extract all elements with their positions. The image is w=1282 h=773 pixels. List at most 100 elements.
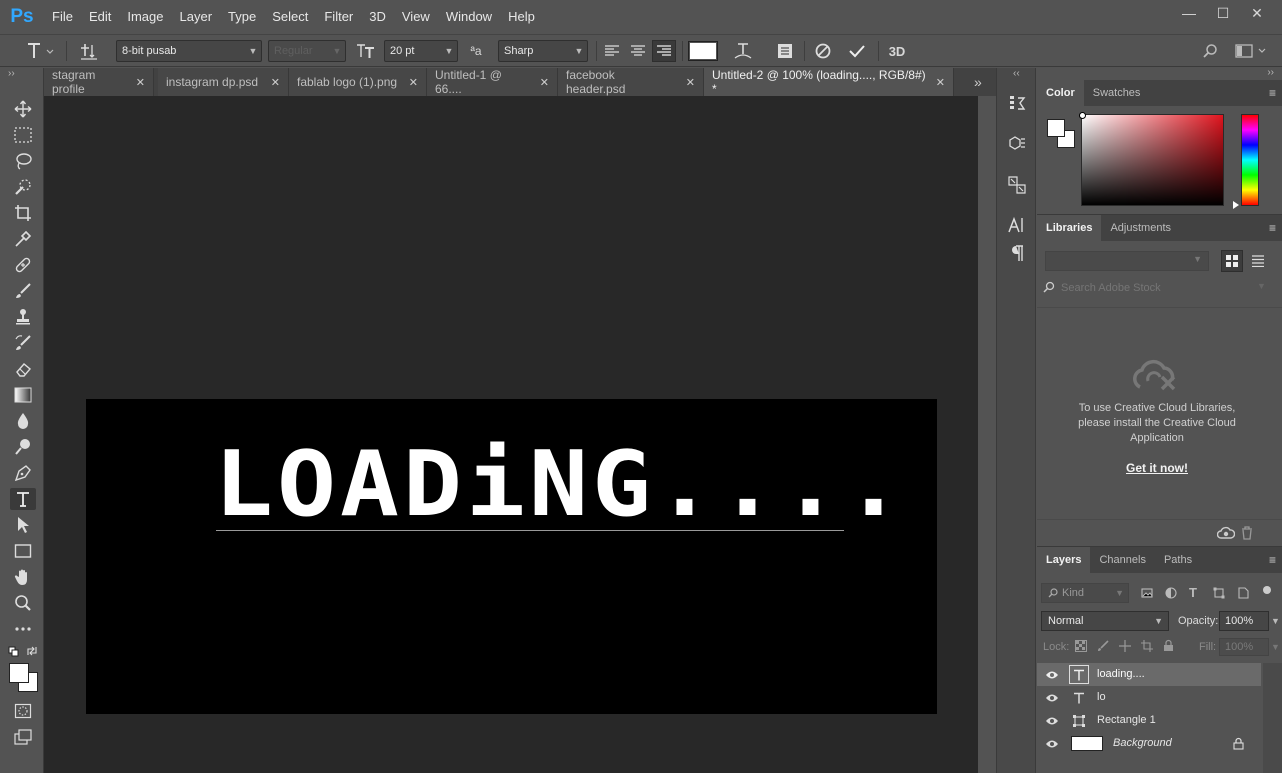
tab-libraries[interactable]: Libraries xyxy=(1037,215,1102,241)
workspace-switcher-icon[interactable] xyxy=(1232,40,1272,62)
3d-button[interactable]: 3D xyxy=(884,40,910,62)
character-panel-icon[interactable] xyxy=(772,40,798,62)
panels-collapse-toggle[interactable]: ›› xyxy=(1267,67,1274,78)
screen-mode-icon[interactable] xyxy=(10,726,36,748)
menu-select[interactable]: Select xyxy=(264,0,316,34)
color-fg-swatch[interactable] xyxy=(1047,119,1065,137)
layer-name[interactable]: loading.... xyxy=(1097,668,1145,680)
close-tab-icon[interactable]: ✕ xyxy=(399,76,418,89)
filter-pixel-icon[interactable] xyxy=(1141,587,1153,602)
marquee-tool-icon[interactable] xyxy=(10,124,36,146)
glyphs-panel-icon[interactable] xyxy=(1005,174,1029,196)
warp-text-icon[interactable] xyxy=(730,40,756,62)
canvas-text-layer[interactable]: LOADiNG.... xyxy=(214,439,907,529)
foreground-color-swatch[interactable] xyxy=(9,663,29,683)
layer-row[interactable]: loading.... xyxy=(1037,663,1261,686)
zoom-tool-icon[interactable] xyxy=(10,592,36,614)
tab-swatches[interactable]: Swatches xyxy=(1084,80,1150,106)
layer-row[interactable]: lo xyxy=(1037,686,1261,709)
close-tab-icon[interactable]: ✕ xyxy=(926,76,945,89)
blur-tool-icon[interactable] xyxy=(10,410,36,432)
filter-type-icon[interactable]: T xyxy=(1189,585,1197,600)
3d-panel-icon[interactable] xyxy=(1005,132,1029,154)
lock-all-icon[interactable] xyxy=(1163,639,1174,655)
lock-pixels-icon[interactable] xyxy=(1097,640,1109,655)
library-select[interactable]: ▼ xyxy=(1045,251,1209,271)
layer-name[interactable]: Background xyxy=(1113,737,1172,749)
panel-menu-icon[interactable]: ≡ xyxy=(1269,86,1276,100)
tab-document[interactable]: Untitled-1 @ 66.... ✕ xyxy=(427,68,558,96)
list-view-icon[interactable] xyxy=(1247,250,1269,272)
hue-slider[interactable] xyxy=(1241,114,1259,206)
filter-toggle[interactable] xyxy=(1263,586,1271,594)
menu-image[interactable]: Image xyxy=(119,0,171,34)
tab-layers[interactable]: Layers xyxy=(1037,547,1091,573)
dodge-tool-icon[interactable] xyxy=(10,436,36,458)
tool-preset-icon[interactable] xyxy=(22,40,58,62)
get-it-now-link[interactable]: Get it now! xyxy=(1097,461,1217,475)
swap-colors-icon[interactable] xyxy=(26,645,38,660)
path-selection-tool-icon[interactable] xyxy=(10,514,36,536)
tab-document[interactable]: stagram profile ✕ xyxy=(44,68,154,96)
paragraph-panel-icon[interactable] xyxy=(1005,242,1029,264)
filter-smart-object-icon[interactable] xyxy=(1237,587,1249,602)
trash-icon[interactable] xyxy=(1241,526,1253,543)
grid-view-icon[interactable] xyxy=(1221,250,1243,272)
align-left-icon[interactable] xyxy=(600,40,624,62)
tab-color[interactable]: Color xyxy=(1037,80,1084,106)
maximize-button[interactable]: ☐ xyxy=(1206,0,1240,26)
commit-icon[interactable] xyxy=(844,40,870,62)
minimize-button[interactable]: — xyxy=(1172,0,1206,26)
align-center-icon[interactable] xyxy=(626,40,650,62)
tab-document[interactable]: fablab logo (1).png ✕ xyxy=(289,68,427,96)
font-size-select[interactable]: 20 pt ▼ xyxy=(384,40,458,62)
quick-mask-icon[interactable] xyxy=(10,700,36,722)
more-tools-icon[interactable] xyxy=(10,618,36,640)
fill-dropdown-icon[interactable]: ▼ xyxy=(1271,638,1281,656)
tab-document-active[interactable]: Untitled-2 @ 100% (loading...., RGB/8#) … xyxy=(704,68,954,96)
layer-name[interactable]: lo xyxy=(1097,691,1106,703)
lock-artboard-icon[interactable] xyxy=(1141,640,1153,655)
close-button[interactable]: ✕ xyxy=(1240,0,1274,26)
panel-menu-icon[interactable]: ≡ xyxy=(1269,221,1276,235)
fill-input[interactable]: 100% xyxy=(1219,638,1269,656)
cc-sync-icon[interactable] xyxy=(1216,526,1236,543)
crop-tool-icon[interactable] xyxy=(10,202,36,224)
hue-slider-handle[interactable] xyxy=(1233,201,1239,209)
filter-adjustment-icon[interactable] xyxy=(1165,587,1177,602)
tab-document[interactable]: instagram dp.psd ✕ xyxy=(158,68,289,96)
lock-transparent-icon[interactable] xyxy=(1075,640,1087,655)
character-panel-strip-icon[interactable] xyxy=(1005,214,1029,236)
tab-document[interactable]: facebook header.psd ✕ xyxy=(558,68,704,96)
color-field-cursor[interactable] xyxy=(1079,112,1086,119)
opacity-input[interactable]: 100% xyxy=(1219,611,1269,631)
menu-window[interactable]: Window xyxy=(438,0,500,34)
strip-collapse-toggle[interactable]: ‹‹ xyxy=(1013,68,1020,79)
font-style-select[interactable]: Regular ▼ xyxy=(268,40,346,62)
menu-view[interactable]: View xyxy=(394,0,438,34)
clone-stamp-tool-icon[interactable] xyxy=(10,306,36,328)
stock-search-input[interactable] xyxy=(1061,279,1261,297)
tab-adjustments[interactable]: Adjustments xyxy=(1101,215,1180,241)
cancel-icon[interactable] xyxy=(810,40,836,62)
antialias-select[interactable]: Sharp ▼ xyxy=(498,40,588,62)
lasso-tool-icon[interactable] xyxy=(10,150,36,172)
close-tab-icon[interactable]: ✕ xyxy=(126,76,145,89)
visibility-eye-icon[interactable] xyxy=(1045,692,1059,706)
tab-paths[interactable]: Paths xyxy=(1155,547,1201,573)
menu-3d[interactable]: 3D xyxy=(361,0,394,34)
history-brush-tool-icon[interactable] xyxy=(10,332,36,354)
align-right-icon[interactable] xyxy=(652,40,676,62)
type-tool-icon[interactable] xyxy=(10,488,36,510)
quick-selection-tool-icon[interactable] xyxy=(10,176,36,198)
text-orientation-icon[interactable] xyxy=(76,40,102,62)
panel-menu-icon[interactable]: ≡ xyxy=(1269,553,1276,567)
layer-name[interactable]: Rectangle 1 xyxy=(1097,714,1156,726)
menu-layer[interactable]: Layer xyxy=(172,0,221,34)
layer-filter-select[interactable]: Kind ▼ xyxy=(1041,583,1129,603)
menu-type[interactable]: Type xyxy=(220,0,264,34)
visibility-eye-icon[interactable] xyxy=(1045,715,1059,729)
layer-row[interactable]: Rectangle 1 xyxy=(1037,709,1261,732)
menu-filter[interactable]: Filter xyxy=(316,0,361,34)
close-tab-icon[interactable]: ✕ xyxy=(261,76,280,89)
